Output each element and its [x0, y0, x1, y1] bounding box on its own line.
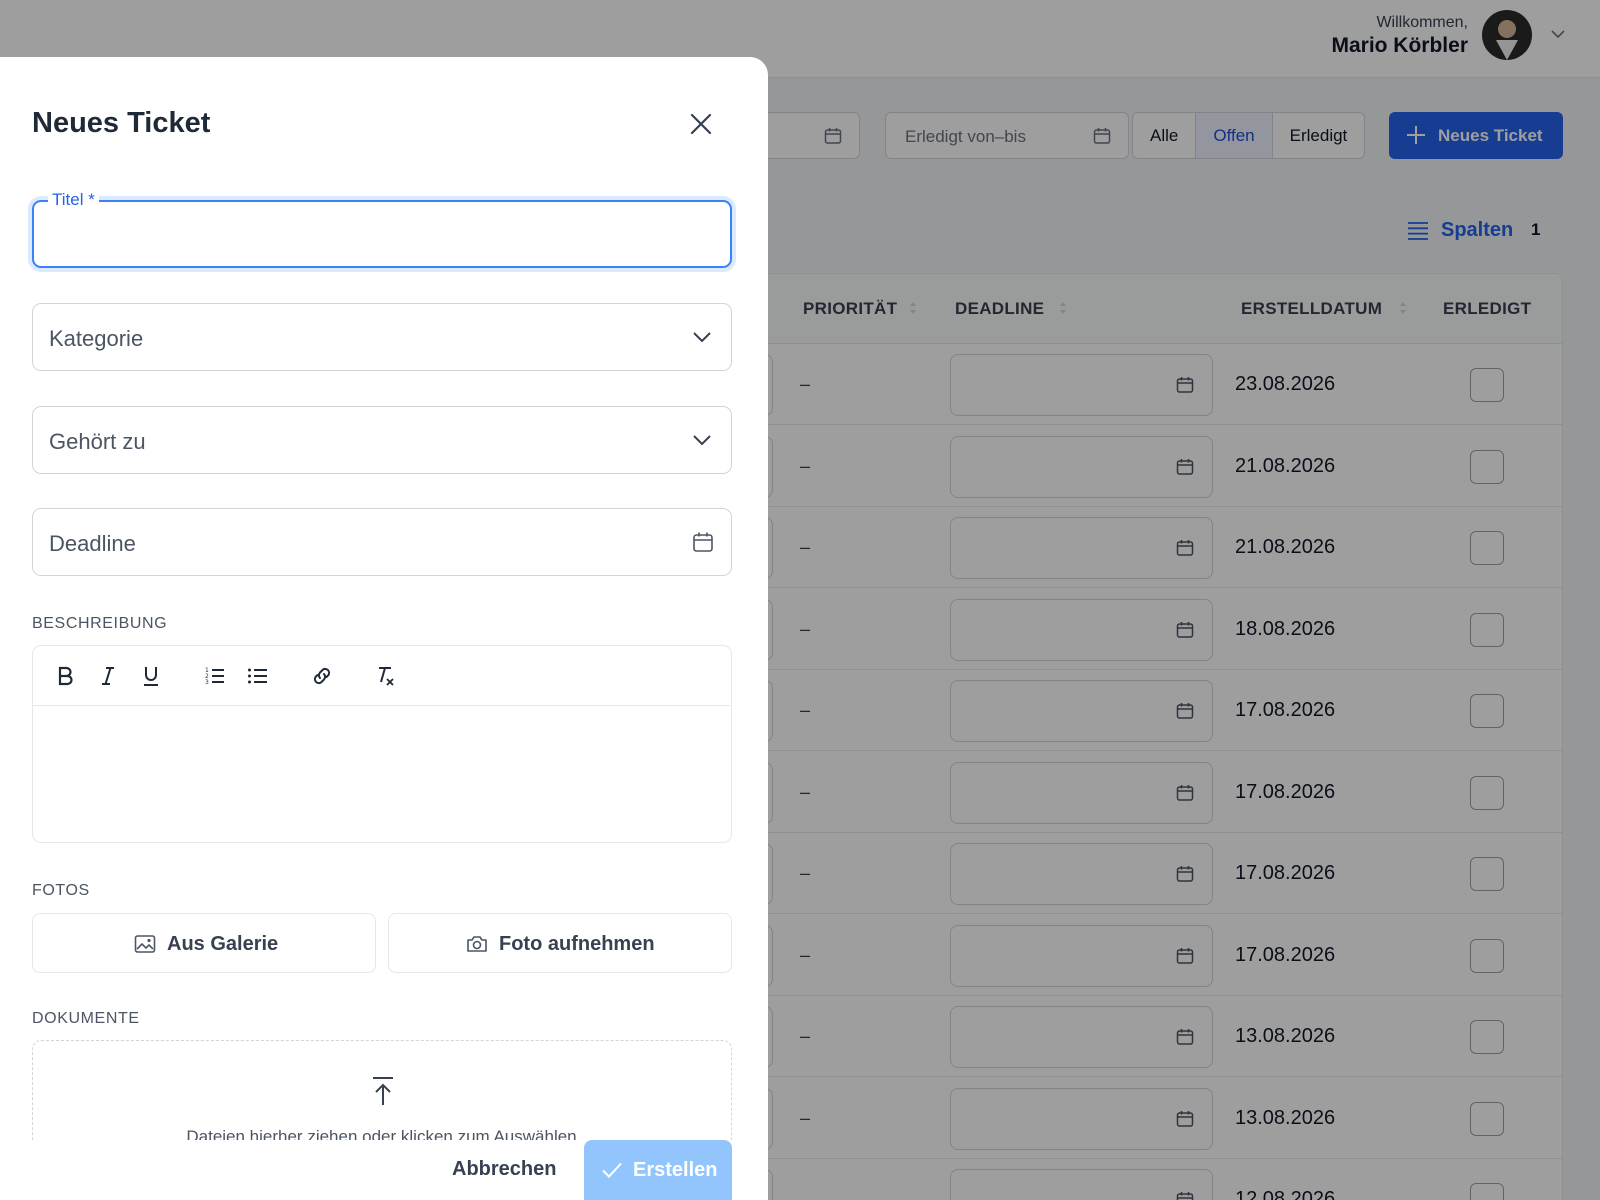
description-editor: 123 — [32, 645, 732, 843]
title-input[interactable] — [48, 216, 708, 252]
bullet-list-icon[interactable] — [246, 664, 270, 688]
create-label: Erstellen — [633, 1159, 718, 1181]
deadline-placeholder: Deadline — [49, 531, 136, 556]
deadline-input[interactable]: Deadline — [32, 508, 732, 576]
title-field-label: Titel * — [48, 190, 99, 210]
camera-label: Foto aufnehmen — [499, 933, 655, 955]
drawer-title: Neues Ticket — [32, 107, 211, 139]
italic-icon[interactable] — [96, 664, 120, 688]
photos-label: FOTOS — [32, 882, 90, 899]
gallery-label: Aus Galerie — [167, 933, 279, 955]
camera-button[interactable]: Foto aufnehmen — [388, 913, 732, 973]
chevron-down-icon — [693, 332, 711, 343]
close-icon[interactable] — [686, 109, 716, 139]
upload-icon — [373, 1077, 393, 1105]
description-label: BESCHREIBUNG — [32, 615, 168, 632]
documents-label: DOKUMENTE — [32, 1010, 140, 1027]
clear-format-icon[interactable] — [374, 664, 398, 688]
new-ticket-drawer: Neues Ticket Titel * Kategorie Gehört zu… — [0, 57, 768, 1200]
svg-text:3: 3 — [205, 679, 209, 686]
camera-icon — [467, 936, 487, 952]
chevron-down-icon — [693, 435, 711, 446]
category-select[interactable]: Kategorie — [32, 303, 732, 371]
create-button[interactable]: Erstellen — [584, 1140, 732, 1200]
image-icon — [134, 935, 156, 953]
title-field[interactable]: Titel * — [32, 190, 732, 268]
belongs-to-placeholder: Gehört zu — [49, 429, 146, 454]
underline-icon[interactable] — [139, 664, 163, 688]
gallery-button[interactable]: Aus Galerie — [32, 913, 376, 973]
bold-icon[interactable] — [53, 664, 77, 688]
calendar-icon[interactable] — [691, 530, 715, 554]
belongs-to-select[interactable]: Gehört zu — [32, 406, 732, 474]
cancel-button[interactable]: Abbrechen — [452, 1158, 556, 1181]
check-icon — [602, 1162, 622, 1178]
ordered-list-icon[interactable]: 123 — [203, 664, 227, 688]
category-placeholder: Kategorie — [49, 326, 144, 351]
description-textarea[interactable] — [33, 707, 730, 841]
editor-toolbar: 123 — [33, 646, 730, 706]
link-icon[interactable] — [310, 664, 334, 688]
